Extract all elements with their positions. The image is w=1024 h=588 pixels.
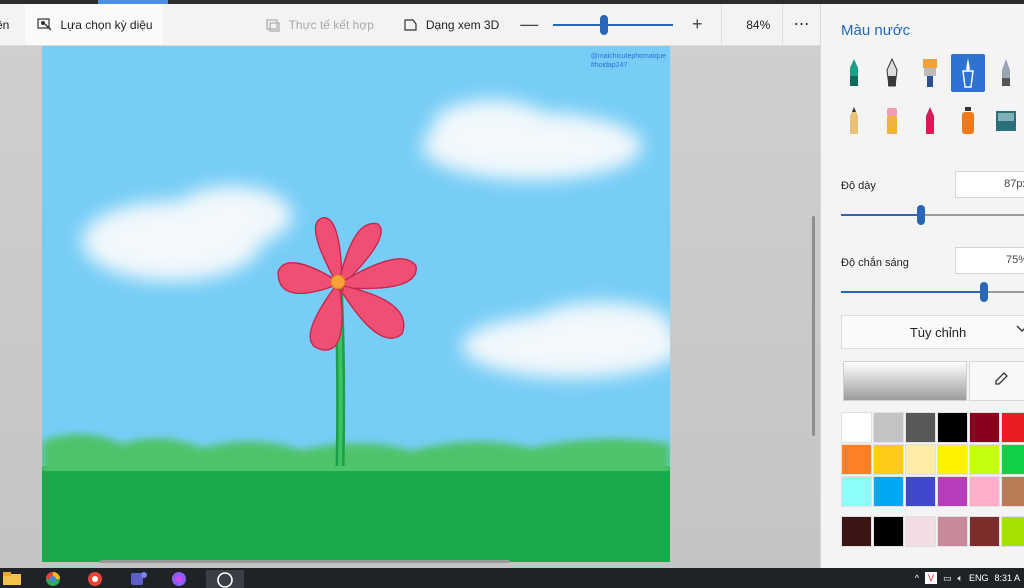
dropdown-label: Tùy chỉnh — [909, 324, 967, 340]
zoom-percent: 84% — [746, 17, 771, 32]
color-swatch[interactable] — [905, 412, 936, 443]
view-3d-button[interactable]: Dạng xem 3D — [392, 4, 509, 45]
opacity-slider[interactable] — [841, 282, 1024, 302]
color-swatch[interactable] — [969, 476, 1000, 507]
thickness-thumb[interactable] — [916, 205, 925, 225]
calligraphy-pen-icon[interactable] — [875, 54, 909, 92]
teams-icon[interactable] — [128, 570, 148, 588]
vertical-scrollbar[interactable] — [812, 216, 815, 436]
more-options-button[interactable]: ⋯ — [782, 4, 820, 45]
pixel-pen-icon[interactable] — [989, 54, 1023, 92]
volume-icon[interactable]: 🔈︎ — [958, 573, 963, 584]
crop-button[interactable]: ên — [0, 4, 25, 45]
magic-select-button[interactable]: Lựa chọn kỳ diệu — [24, 4, 163, 45]
zoom-slider-thumb[interactable] — [599, 14, 608, 35]
drawing-canvas[interactable]: @maichicutephomaique #hoidap247 — [42, 46, 670, 562]
oil-brush-icon[interactable] — [913, 54, 947, 92]
chevron-down-icon — [1016, 324, 1024, 336]
crop-label: ên — [0, 17, 10, 32]
taskbar: ^ V ▭ 🔈︎ ENG 8:31 A — [0, 568, 1024, 588]
thickness-label: Độ dày — [841, 180, 876, 192]
app-icon[interactable] — [170, 570, 190, 588]
color-preview — [843, 361, 967, 401]
pencil-icon[interactable] — [837, 102, 871, 140]
thickness-fill — [841, 214, 921, 216]
color-swatch[interactable] — [969, 444, 1000, 475]
view-3d-label: Dạng xem 3D — [425, 17, 500, 32]
mixed-reality-icon — [265, 17, 281, 33]
mixed-reality-button[interactable]: Thực tế kết hợp — [255, 4, 384, 45]
system-tray: ^ V ▭ 🔈︎ ENG 8:31 A — [915, 568, 1024, 588]
crayon-icon[interactable] — [913, 102, 947, 140]
color-swatch[interactable] — [937, 516, 968, 547]
opacity-thumb[interactable] — [979, 282, 988, 302]
antivirus-icon[interactable]: V — [925, 572, 938, 584]
color-swatch[interactable] — [873, 476, 904, 507]
color-swatch[interactable] — [1001, 412, 1024, 443]
color-swatch[interactable] — [841, 444, 872, 475]
color-swatch[interactable] — [873, 516, 904, 547]
artwork — [42, 100, 670, 562]
zoom-in-button[interactable]: + — [685, 14, 709, 35]
color-swatch[interactable] — [1001, 476, 1024, 507]
zoom-control: — + 84% — [517, 3, 782, 46]
color-swatch[interactable] — [841, 412, 872, 443]
thickness-input[interactable]: 87px — [955, 171, 1024, 198]
paint3d-icon[interactable] — [206, 570, 244, 588]
color-swatch[interactable] — [873, 444, 904, 475]
color-swatch[interactable] — [937, 412, 968, 443]
clock[interactable]: 8:31 A — [994, 573, 1020, 583]
watermark: @maichicutephomaique #hoidap247 — [591, 52, 666, 70]
panel-title: Màu nước — [841, 22, 911, 39]
brush-panel: Màu nước Độ dày 87p Độ chắn sáng 75 Tùy … — [820, 4, 1024, 568]
workspace: @maichicutephomaique #hoidap247 — [0, 46, 820, 568]
color-swatch[interactable] — [841, 476, 872, 507]
color-swatch[interactable] — [905, 516, 936, 547]
browser-icon[interactable] — [86, 570, 106, 588]
color-swatch[interactable] — [1001, 444, 1024, 475]
thickness-slider[interactable] — [841, 205, 1024, 225]
color-swatch[interactable] — [937, 476, 968, 507]
color-swatch[interactable] — [905, 444, 936, 475]
chrome-icon[interactable] — [44, 570, 64, 588]
color-swatch[interactable] — [873, 412, 904, 443]
color-swatch[interactable] — [969, 412, 1000, 443]
watermark-line: @maichicutephomaique — [590, 53, 666, 60]
color-swatch[interactable] — [905, 476, 936, 507]
color-palette — [841, 412, 1024, 508]
custom-color-palette — [841, 516, 1024, 548]
magic-select-icon — [36, 17, 53, 33]
color-swatch[interactable] — [841, 516, 872, 547]
mixed-reality-label: Thực tế kết hợp — [288, 17, 374, 32]
watermark-line: #hoidap247 — [590, 62, 628, 69]
horizontal-scrollbar[interactable] — [100, 560, 510, 563]
eyedropper-icon — [993, 371, 1009, 392]
marker-icon[interactable] — [837, 54, 871, 92]
color-mode-dropdown[interactable]: Tùy chỉnh — [841, 315, 1024, 349]
fill-icon[interactable] — [989, 102, 1023, 140]
eraser-icon[interactable] — [875, 102, 909, 140]
color-swatch[interactable] — [937, 444, 968, 475]
brush-grid — [837, 54, 1024, 140]
zoom-out-button[interactable]: — — [517, 14, 541, 35]
opacity-input[interactable]: 75% — [955, 247, 1024, 274]
color-swatch[interactable] — [969, 516, 1000, 547]
grass — [42, 434, 670, 562]
magic-select-label: Lựa chọn kỳ diệu — [60, 17, 153, 32]
opacity-fill — [841, 291, 984, 293]
watercolor-icon[interactable] — [951, 54, 985, 92]
opacity-label: Độ chắn sáng — [841, 257, 909, 269]
zoom-slider[interactable] — [553, 14, 674, 35]
flower — [277, 217, 417, 467]
battery-icon[interactable]: ▭ — [943, 573, 952, 584]
chevron-up-icon[interactable]: ^ — [915, 573, 919, 583]
eyedropper-button[interactable] — [969, 361, 1024, 401]
color-swatch[interactable] — [1001, 516, 1024, 547]
language-indicator[interactable]: ENG — [969, 573, 989, 583]
spray-can-icon[interactable] — [951, 102, 985, 140]
view-3d-icon — [402, 17, 418, 33]
toolbar: ên Lựa chọn kỳ diệu Thực tế kết hợp Dạng… — [0, 3, 820, 46]
file-explorer-icon[interactable] — [2, 570, 22, 588]
